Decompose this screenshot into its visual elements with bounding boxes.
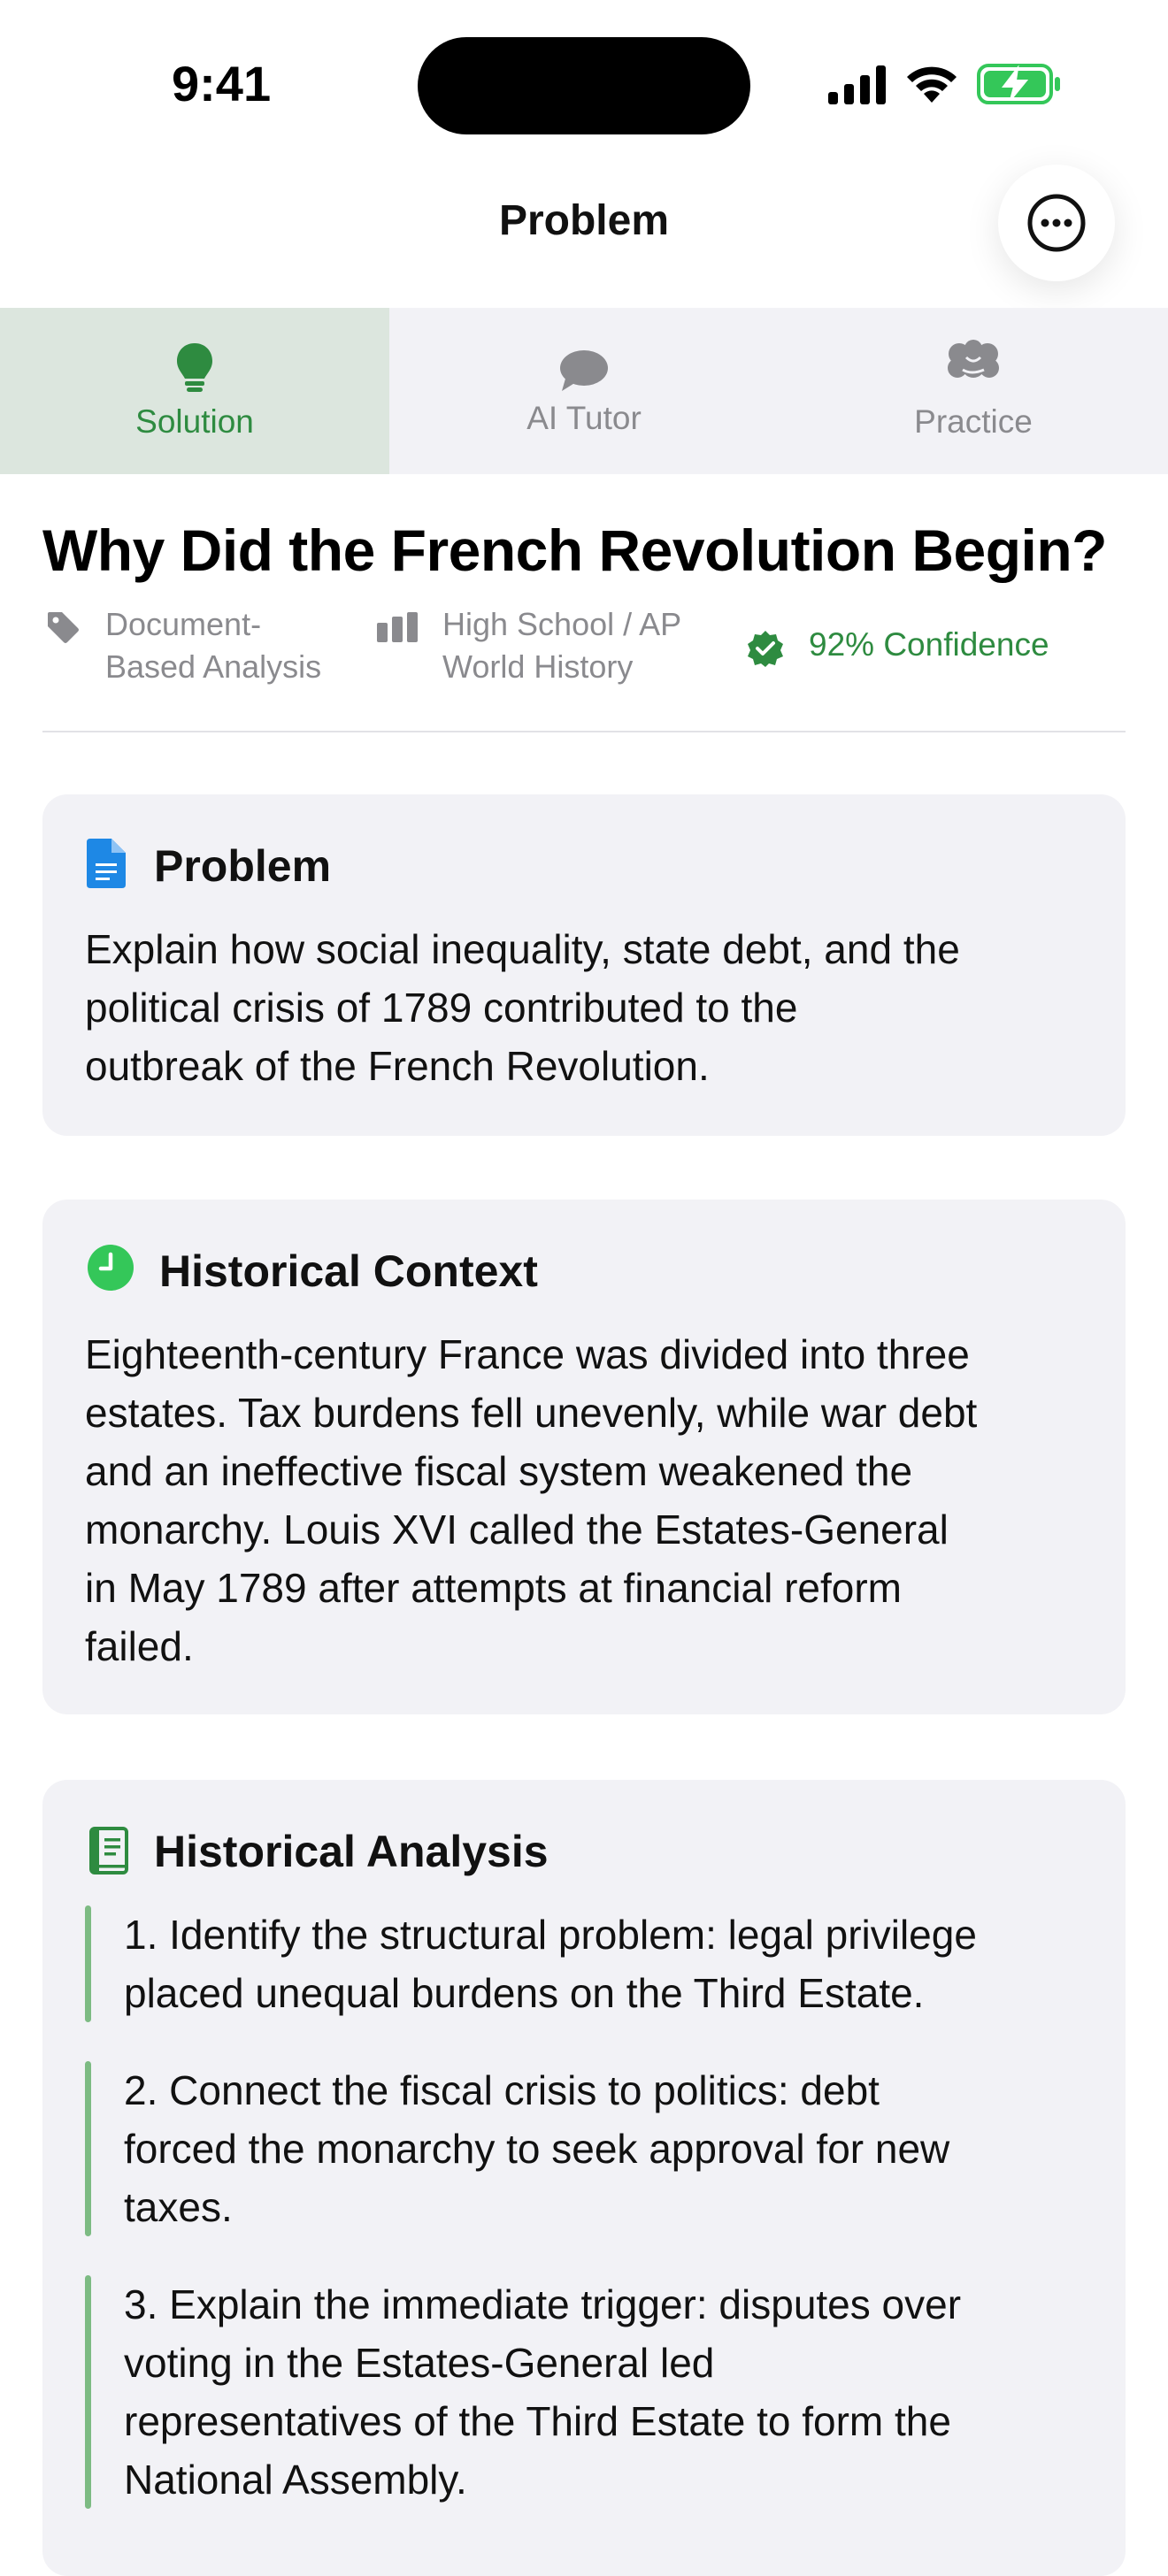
confidence-badge: 92% Confidence [809, 626, 1049, 663]
analysis-card-title: Historical Analysis [154, 1827, 549, 1876]
meta-level: High School / AP World History [442, 606, 682, 685]
tab-ai-tutor-label: AI Tutor [526, 400, 642, 436]
analysis-step-3: 3. Explain the immediate trigger: disput… [85, 2275, 1103, 2509]
analysis-step-1: 1. Identify the structural problem: lega… [85, 1905, 1103, 2022]
clock-icon [88, 1245, 134, 1291]
segmented-tabs: Solution AI Tutor Practice [0, 308, 1168, 474]
lightbulb-icon [177, 343, 212, 392]
wifi-icon [907, 66, 957, 103]
more-options-button[interactable] [998, 165, 1115, 281]
cellular-signal-icon [828, 65, 886, 104]
document-icon [87, 839, 126, 888]
problem-card-text: Explain how social inequality, state deb… [85, 926, 960, 1089]
battery-charging-icon [977, 64, 1060, 104]
dynamic-island [418, 37, 750, 134]
tab-practice[interactable]: Practice [779, 308, 1168, 474]
analysis-step-2: 2. Connect the fiscal crisis to politics… [85, 2061, 1103, 2236]
status-bar: 9:41 [0, 0, 1168, 168]
tab-solution-label: Solution [135, 403, 254, 440]
meta-task-type: Document- Based Analysis [105, 606, 322, 685]
historical-analysis-card: Historical Analysis 1. Identify the stru… [42, 1780, 1126, 2576]
page-title: Why Did the French Revolution Begin? [42, 518, 1108, 583]
verified-badge-icon [748, 631, 783, 667]
brain-icon [948, 340, 999, 378]
header-divider [42, 731, 1126, 732]
historical-context-card: Historical Context Eighteenth-century Fr… [42, 1200, 1126, 1714]
page-nav-title: Problem [498, 197, 670, 244]
book-icon [89, 1827, 128, 1874]
tab-practice-label: Practice [914, 403, 1033, 440]
problem-card: Problem Explain how social inequality, s… [42, 794, 1126, 1136]
tab-ai-tutor[interactable]: AI Tutor [389, 308, 779, 474]
tab-solution[interactable]: Solution [0, 308, 389, 474]
context-card-text: Eighteenth-century France was divided in… [85, 1331, 978, 1669]
ellipsis-circle-icon [1027, 194, 1086, 252]
chat-bubble-icon [560, 350, 608, 391]
context-card-title: Historical Context [159, 1246, 538, 1296]
chart-bars-icon [377, 612, 418, 642]
problem-card-title: Problem [154, 841, 332, 891]
tag-icon [48, 612, 79, 643]
status-time: 9:41 [172, 56, 272, 111]
